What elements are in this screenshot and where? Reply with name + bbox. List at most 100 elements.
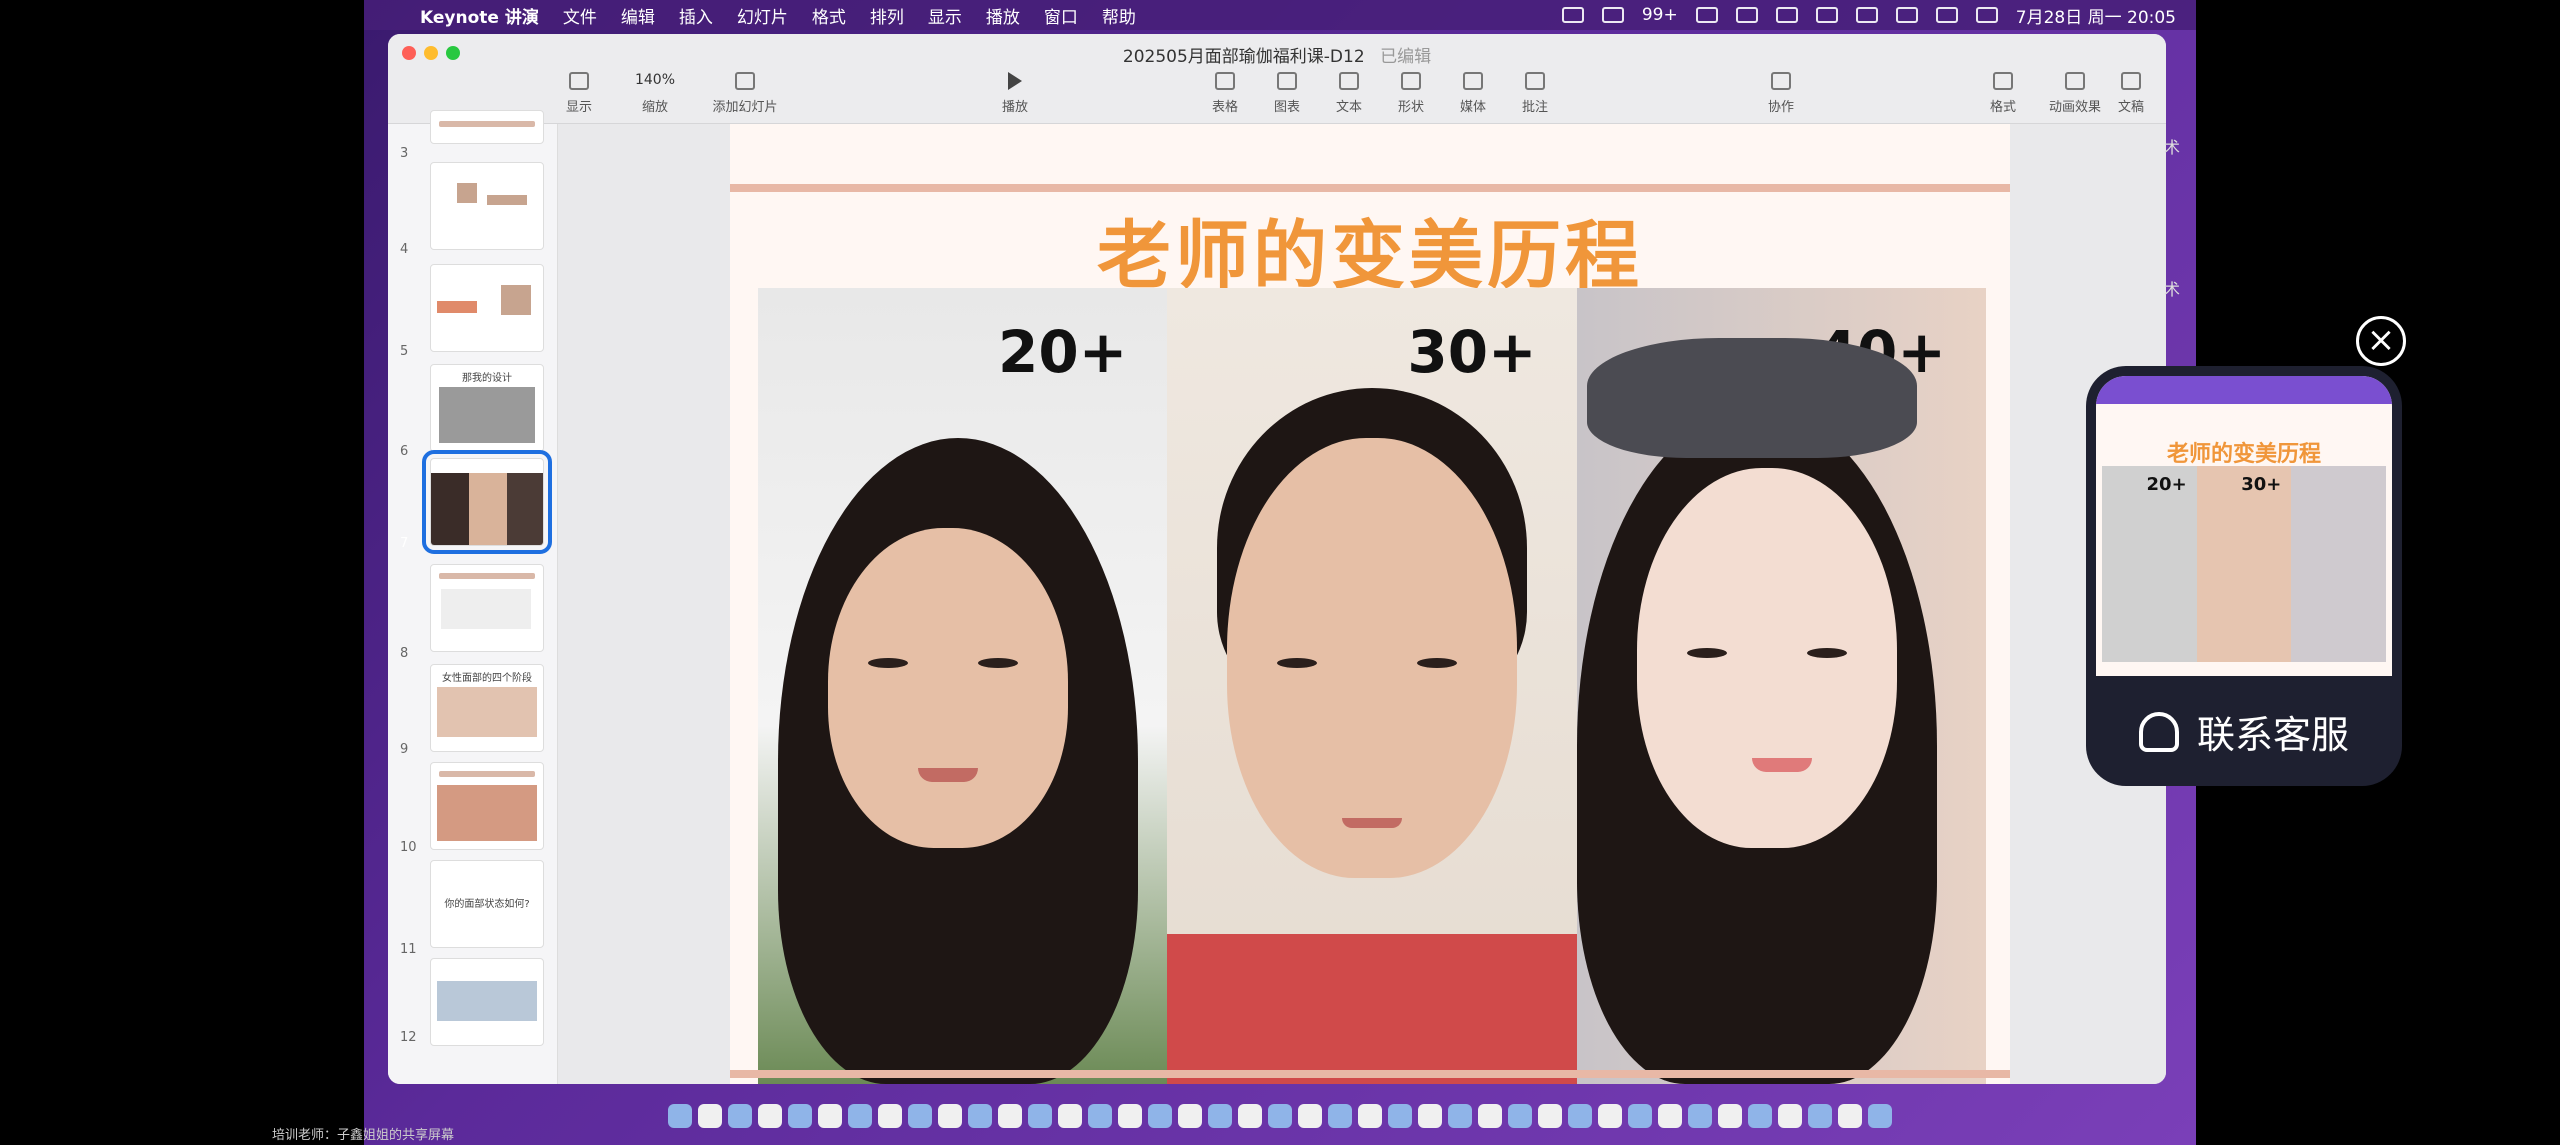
pip-preview[interactable]: 老师的变美历程 20+ 30+ <box>2096 376 2392 676</box>
facetime-icon[interactable] <box>878 1104 902 1128</box>
menu-view[interactable]: 显示 <box>916 3 974 28</box>
messages-icon[interactable] <box>758 1104 782 1128</box>
menu-help[interactable]: 帮助 <box>1090 3 1148 28</box>
document-icon[interactable] <box>1838 1104 1862 1128</box>
safari-icon[interactable] <box>728 1104 752 1128</box>
document-icon[interactable] <box>1268 1104 1292 1128</box>
document-icon[interactable] <box>1478 1104 1502 1128</box>
contact-support-button[interactable]: 联系客服 <box>2086 704 2402 759</box>
toolbar-chart-button[interactable]: 图表 <box>1252 72 1322 115</box>
document-icon[interactable] <box>1658 1104 1682 1128</box>
mail-icon[interactable] <box>788 1104 812 1128</box>
slide-thumbnail-selected[interactable] <box>422 450 552 554</box>
record-icon[interactable] <box>1695 7 1718 23</box>
keynote-icon[interactable] <box>1058 1104 1082 1128</box>
document-icon[interactable] <box>1298 1104 1322 1128</box>
wifi-icon[interactable] <box>1855 7 1878 23</box>
toolbar-label: 形状 <box>1397 100 1424 115</box>
document-icon[interactable] <box>1508 1104 1532 1128</box>
settings-icon[interactable] <box>1178 1104 1202 1128</box>
slide-thumbnail[interactable] <box>430 264 544 352</box>
slide-thumbnail[interactable] <box>430 110 544 144</box>
toolbar-document-button[interactable]: 文稿 <box>2096 72 2166 115</box>
toolbar-text-button[interactable]: 文本 <box>1314 72 1384 115</box>
control-center-icon[interactable] <box>1935 7 1958 23</box>
document-icon[interactable] <box>1328 1104 1352 1128</box>
slide-thumbnail[interactable] <box>430 162 544 250</box>
toolbar-media-button[interactable]: 媒体 <box>1438 72 1508 115</box>
menu-insert[interactable]: 插入 <box>667 3 725 28</box>
menu-slide[interactable]: 幻灯片 <box>725 3 800 28</box>
finder-icon[interactable] <box>668 1104 692 1128</box>
picture-in-picture[interactable]: 老师的变美历程 20+ 30+ 联系客服 <box>2086 366 2402 786</box>
slide-thumbnail[interactable]: 女性面部的四个阶段 <box>430 664 544 752</box>
toolbar-add-slide-button[interactable]: 添加幻灯片 <box>710 72 780 115</box>
menu-file[interactable]: 文件 <box>551 3 609 28</box>
slide-thumbnail[interactable] <box>430 958 544 1046</box>
maps-icon[interactable] <box>818 1104 842 1128</box>
input-method-icon[interactable] <box>1775 7 1798 23</box>
menu-edit[interactable]: 编辑 <box>609 3 667 28</box>
pages-icon[interactable] <box>1118 1104 1142 1128</box>
trash-icon[interactable] <box>1868 1104 1892 1128</box>
document-icon[interactable] <box>1448 1104 1472 1128</box>
toolbar-table-button[interactable]: 表格 <box>1190 72 1260 115</box>
siri-icon[interactable] <box>1975 7 1998 23</box>
slide-thumbnail[interactable] <box>430 564 544 652</box>
screen-mirror-icon[interactable] <box>1735 7 1758 23</box>
photo-age-30: 30+ <box>1167 288 1577 1084</box>
document-icon[interactable] <box>1628 1104 1652 1128</box>
slide-thumbnail[interactable]: 那我的设计 <box>430 364 544 452</box>
document-icon[interactable] <box>1358 1104 1382 1128</box>
document-icon[interactable] <box>1568 1104 1592 1128</box>
close-icon[interactable]: × <box>2356 316 2406 366</box>
toolbar-comment-button[interactable]: 批注 <box>1500 72 1570 115</box>
menu-app-name[interactable]: Keynote 讲演 <box>408 3 551 28</box>
dock <box>364 1093 2196 1139</box>
search-icon[interactable] <box>1895 7 1918 23</box>
launchpad-icon[interactable] <box>698 1104 722 1128</box>
toolbar-play-button[interactable]: 播放 <box>980 72 1050 115</box>
slide-thumbnail[interactable] <box>430 762 544 850</box>
age-label-20: 20+ <box>998 318 1128 386</box>
creative-cloud-icon[interactable] <box>1561 7 1584 23</box>
document-icon[interactable] <box>1418 1104 1442 1128</box>
battery-icon[interactable] <box>1815 7 1838 23</box>
menu-play[interactable]: 播放 <box>974 3 1032 28</box>
menu-window[interactable]: 窗口 <box>1032 3 1090 28</box>
pip-photo: 20+ <box>2102 466 2197 662</box>
toolbar-zoom-button[interactable]: 140% 缩放 <box>620 72 690 115</box>
slide-number: 8 <box>400 646 409 661</box>
slide-thumbnail[interactable]: 你的面部状态如何? <box>430 860 544 948</box>
document-icon[interactable] <box>1778 1104 1802 1128</box>
sidebar-icon <box>569 72 589 90</box>
tv-icon[interactable] <box>968 1104 992 1128</box>
music-icon[interactable] <box>998 1104 1022 1128</box>
toolbar-label: 动画效果 <box>2048 100 2101 115</box>
podcasts-icon[interactable] <box>1028 1104 1052 1128</box>
document-name: 202505月面部瑜伽福利课-D12 <box>1122 47 1365 67</box>
document-icon[interactable] <box>1718 1104 1742 1128</box>
app-store-icon[interactable] <box>1148 1104 1172 1128</box>
document-icon[interactable] <box>1238 1104 1262 1128</box>
current-slide[interactable]: 老师的变美历程 20+ 30+ 40+ <box>730 124 2010 1084</box>
toolbar-view-button[interactable]: 显示 <box>544 72 614 115</box>
numbers-icon[interactable] <box>1088 1104 1112 1128</box>
calendar-icon[interactable] <box>908 1104 932 1128</box>
notes-icon[interactable] <box>938 1104 962 1128</box>
wechat-dock-icon[interactable] <box>1208 1104 1232 1128</box>
toolbar-shape-button[interactable]: 形状 <box>1376 72 1446 115</box>
menu-format[interactable]: 格式 <box>800 3 858 28</box>
document-icon[interactable] <box>1598 1104 1622 1128</box>
photos-icon[interactable] <box>848 1104 872 1128</box>
document-icon[interactable] <box>1748 1104 1772 1128</box>
toolbar-format-button[interactable]: 格式 <box>1968 72 2038 115</box>
toolbar-collaborate-button[interactable]: 协作 <box>1746 72 1816 115</box>
wechat-icon[interactable] <box>1601 7 1624 23</box>
document-icon[interactable] <box>1388 1104 1412 1128</box>
document-icon[interactable] <box>1538 1104 1562 1128</box>
document-icon[interactable] <box>1808 1104 1832 1128</box>
document-icon[interactable] <box>1688 1104 1712 1128</box>
menu-arrange[interactable]: 排列 <box>858 3 916 28</box>
toolbar-label: 显示 <box>565 100 592 115</box>
